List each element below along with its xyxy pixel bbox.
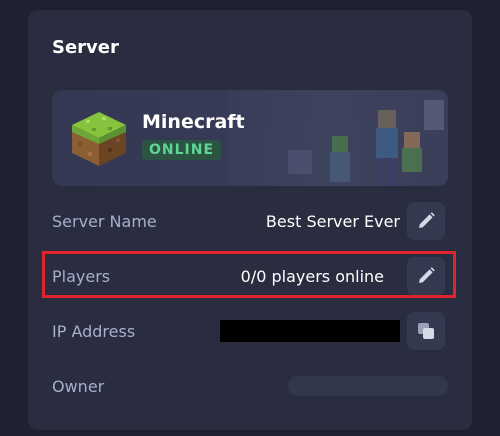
page: Server Minecraft ONLINE Server Name Best…: [0, 0, 500, 436]
ip-address-value-redacted: [220, 320, 400, 342]
pencil-icon: [419, 212, 435, 228]
server-card: Server Minecraft ONLINE Server Name Best…: [28, 10, 472, 430]
card-title: Server: [52, 37, 119, 58]
game-name: Minecraft: [142, 111, 245, 133]
owner-label: Owner: [52, 377, 105, 396]
game-banner: Minecraft ONLINE: [52, 90, 448, 186]
players-row-highlight: [42, 251, 456, 298]
owner-value-placeholder: [288, 376, 448, 396]
copy-ip-address-button[interactable]: [407, 312, 445, 350]
minecraft-grass-block-icon: [72, 112, 126, 166]
server-name-value: Best Server Ever: [265, 212, 400, 231]
edit-server-name-button[interactable]: [407, 202, 445, 240]
copy-icon: [418, 323, 434, 339]
server-name-label: Server Name: [52, 212, 157, 231]
status-badge: ONLINE: [142, 140, 222, 160]
banner-artwork: [228, 90, 448, 186]
ip-address-label: IP Address: [52, 322, 136, 341]
